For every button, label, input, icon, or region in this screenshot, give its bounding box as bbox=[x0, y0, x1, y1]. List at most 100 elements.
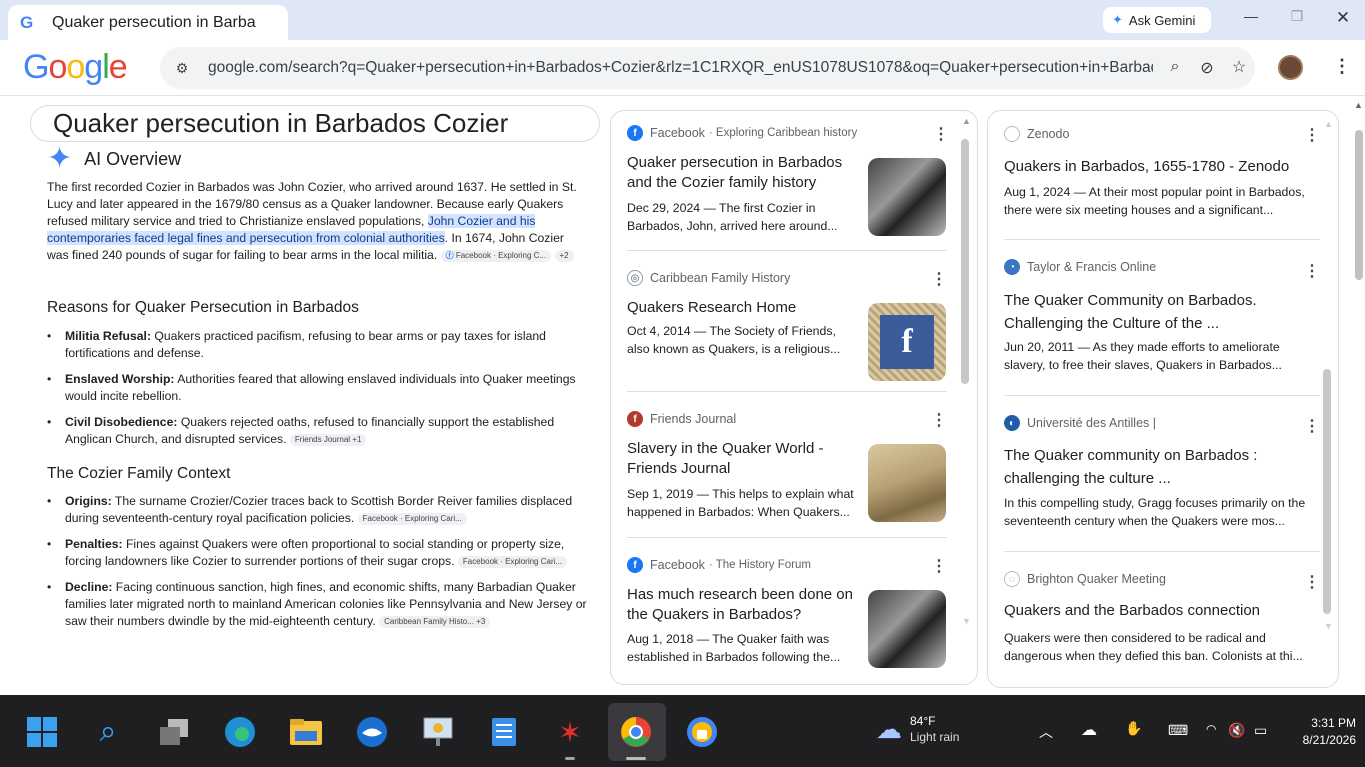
scroll-down-icon[interactable]: ▼ bbox=[962, 616, 971, 626]
source-title[interactable]: The Quaker community on Barbados : chall… bbox=[1004, 444, 1294, 490]
speaker-muted-icon[interactable]: 🔇 bbox=[1228, 722, 1245, 739]
source-title[interactable]: Quakers Research Home bbox=[627, 298, 852, 318]
scroll-up-icon[interactable]: ▲ bbox=[1354, 100, 1363, 110]
source-title[interactable]: Slavery in the Quaker World - Friends Jo… bbox=[627, 439, 852, 479]
ai-spark-icon: ✦ bbox=[47, 142, 73, 175]
divider bbox=[1004, 395, 1320, 396]
wifi-icon[interactable]: ◠ bbox=[1206, 722, 1216, 736]
source-header[interactable]: f Facebook · Exploring Caribbean history bbox=[627, 125, 857, 141]
show-hidden-icons-icon[interactable]: ︿ bbox=[1039, 722, 1053, 742]
ruins-thumbnail[interactable] bbox=[868, 158, 946, 236]
item-label: Civil Disobedience: bbox=[65, 415, 178, 429]
red-creature-app-icon[interactable]: ✶ bbox=[553, 715, 587, 749]
url-text[interactable]: google.com/search?q=Quaker+persecution+i… bbox=[208, 59, 1153, 77]
source-chip[interactable]: Caribbean Family Histo... +3 bbox=[379, 615, 491, 628]
item-label: Militia Refusal: bbox=[65, 329, 152, 343]
facebook-icon: ⓕ bbox=[445, 250, 454, 260]
more-options-icon[interactable]: ⋮ bbox=[1304, 416, 1320, 436]
source-header[interactable]: f Facebook · The History Forum bbox=[627, 557, 811, 573]
search-icon[interactable]: ⌕ bbox=[1165, 58, 1185, 76]
ask-gemini-label: Ask Gemini bbox=[1128, 12, 1196, 28]
hand-icon[interactable]: ✋ bbox=[1125, 720, 1142, 737]
scroll-down-icon[interactable]: ▼ bbox=[1324, 621, 1333, 631]
google-logo[interactable]: Google bbox=[23, 48, 128, 87]
search-query-box[interactable]: Quaker persecution in Barbados Cozier bbox=[30, 105, 600, 142]
windows-start-icon[interactable] bbox=[25, 715, 59, 749]
source-chip[interactable]: Friends Journal +1 bbox=[289, 433, 367, 446]
source-header[interactable]: ◌ Brighton Quaker Meeting bbox=[1004, 571, 1166, 587]
more-options-icon[interactable]: ⋮ bbox=[931, 269, 947, 289]
painting-thumbnail[interactable] bbox=[868, 444, 946, 522]
more-options-icon[interactable]: ⋮ bbox=[931, 410, 947, 430]
thunderbird-icon[interactable] bbox=[355, 715, 389, 749]
minimize-icon[interactable]: — bbox=[1239, 8, 1263, 24]
source-title[interactable]: Has much research been done on the Quake… bbox=[627, 585, 857, 625]
more-options-icon[interactable]: ⋮ bbox=[933, 124, 949, 144]
friends-journal-icon: f bbox=[627, 411, 643, 427]
source-title[interactable]: Quakers in Barbados, 1655-1780 - Zenodo bbox=[1004, 157, 1314, 177]
source-header[interactable]: f Friends Journal bbox=[627, 411, 736, 427]
search-icon[interactable]: ⌕ bbox=[91, 715, 125, 749]
source-chip[interactable]: Facebook · Exploring Cari... bbox=[457, 555, 568, 568]
site-settings-icon[interactable]: ⚙ bbox=[172, 60, 192, 77]
source-title[interactable]: The Quaker Community on Barbados. Challe… bbox=[1004, 289, 1294, 335]
zenodo-icon bbox=[1004, 126, 1020, 142]
scroll-up-icon[interactable]: ▲ bbox=[962, 116, 971, 126]
notepad-icon[interactable] bbox=[487, 715, 521, 749]
source-count-chip[interactable]: +2 bbox=[554, 249, 574, 262]
reasons-list: Militia Refusal: Quakers practiced pacif… bbox=[47, 328, 587, 457]
close-icon[interactable]: ✕ bbox=[1331, 8, 1355, 28]
scroll-up-icon[interactable]: ▲ bbox=[1324, 119, 1333, 129]
weather-widget[interactable]: ☁ 84°F Light rain bbox=[876, 713, 959, 745]
restore-icon[interactable]: ❐ bbox=[1285, 8, 1309, 25]
item-text: Facing continuous sanction, high fines, … bbox=[65, 580, 587, 628]
bookmark-star-icon[interactable]: ☆ bbox=[1229, 57, 1249, 77]
browser-tab[interactable]: G Quaker persecution in Barba bbox=[8, 5, 288, 41]
source-title[interactable]: Quakers and the Barbados connection bbox=[1004, 601, 1314, 621]
onedrive-cloud-icon[interactable]: ☁ bbox=[1081, 720, 1097, 740]
source-header[interactable]: ◎ Caribbean Family History bbox=[627, 270, 790, 286]
divider bbox=[1004, 239, 1320, 240]
card-scrollbar[interactable] bbox=[1323, 369, 1331, 614]
ask-gemini-button[interactable]: ✦ Ask Gemini bbox=[1103, 7, 1211, 33]
source-name: Zenodo bbox=[1027, 127, 1070, 141]
edge-icon[interactable] bbox=[223, 715, 257, 749]
more-options-icon[interactable]: ⋮ bbox=[1304, 261, 1320, 281]
keyboard-icon[interactable]: ⌨ bbox=[1168, 722, 1188, 739]
chrome-lock-icon[interactable] bbox=[685, 715, 719, 749]
page-scroll-thumb[interactable] bbox=[1355, 130, 1363, 280]
system-clock[interactable]: 3:31 PM 8/21/2026 bbox=[1286, 715, 1356, 749]
page-scrollbar[interactable]: ▲ bbox=[1353, 100, 1365, 695]
file-explorer-icon[interactable] bbox=[289, 715, 323, 749]
address-bar[interactable]: ⚙ google.com/search?q=Quaker+persecution… bbox=[160, 47, 1255, 89]
source-header[interactable]: ◔ Taylor & Francis Online bbox=[1004, 259, 1156, 275]
more-options-icon[interactable]: ⋮ bbox=[1304, 125, 1320, 145]
eye-off-icon[interactable]: ⊘ bbox=[1197, 58, 1217, 78]
source-name: Friends Journal bbox=[650, 412, 737, 426]
task-view-icon[interactable] bbox=[157, 715, 191, 749]
source-chip[interactable]: ⓕ Facebook · Exploring C... bbox=[440, 249, 552, 262]
ai-overview-header: ✦ AI Overview bbox=[47, 142, 181, 175]
source-title[interactable]: Quaker persecution in Barbados and the C… bbox=[627, 153, 852, 193]
running-indicator bbox=[565, 757, 575, 760]
presentation-app-icon[interactable] bbox=[421, 715, 455, 749]
source-snippet: Sep 1, 2019 — This helps to explain what… bbox=[627, 487, 854, 519]
brighton-quaker-icon: ◌ bbox=[1004, 571, 1020, 587]
source-chip[interactable]: Facebook · Exploring Cari... bbox=[357, 512, 467, 525]
divider bbox=[627, 537, 947, 538]
source-header[interactable]: ◐ Université des Antilles | bbox=[1004, 415, 1156, 431]
battery-icon[interactable]: ▭ bbox=[1254, 722, 1267, 739]
globe-icon: ◎ bbox=[627, 270, 643, 286]
source-header[interactable]: Zenodo bbox=[1004, 126, 1069, 142]
more-options-icon[interactable]: ⋮ bbox=[931, 556, 947, 576]
more-options-icon[interactable]: ⋮ bbox=[1304, 572, 1320, 592]
chrome-icon[interactable] bbox=[619, 715, 653, 749]
card-scrollbar[interactable] bbox=[961, 139, 969, 384]
ruins-thumbnail[interactable] bbox=[868, 590, 946, 668]
source-name: Caribbean Family History bbox=[650, 271, 791, 285]
item-label: Origins: bbox=[65, 494, 112, 508]
stamp-thumbnail[interactable]: f bbox=[868, 303, 946, 381]
browser-menu-icon[interactable]: ⋮ bbox=[1333, 56, 1351, 77]
avatar[interactable] bbox=[1278, 55, 1303, 80]
source-name: Facebook bbox=[650, 558, 705, 572]
